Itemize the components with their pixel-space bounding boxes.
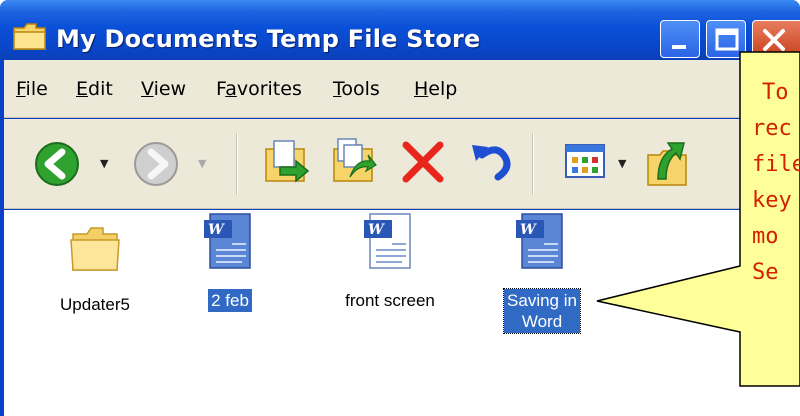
- close-button[interactable]: [752, 20, 800, 58]
- file-name-line2: Word: [521, 312, 563, 331]
- menu-favorites[interactable]: Favorites: [216, 78, 302, 100]
- menu-view[interactable]: View: [141, 78, 186, 100]
- up-folder-button[interactable]: [644, 133, 694, 193]
- word-document-icon: W: [364, 213, 411, 269]
- window-title: My Documents Temp File Store: [56, 25, 481, 53]
- views-dropdown-icon[interactable]: ▼: [618, 157, 626, 170]
- file-item[interactable]: W Saving in Word: [492, 210, 592, 334]
- svg-text:W: W: [208, 222, 225, 238]
- word-document-icon: W: [516, 213, 563, 269]
- file-item[interactable]: W front screen: [330, 210, 450, 312]
- forward-icon: [134, 142, 178, 186]
- back-button[interactable]: [32, 139, 82, 193]
- back-dropdown-icon[interactable]: ▼: [100, 157, 108, 170]
- up-folder-icon: [647, 142, 687, 186]
- maximize-button[interactable]: [706, 20, 746, 58]
- minimize-button[interactable]: [660, 20, 700, 58]
- views-button[interactable]: [564, 141, 608, 185]
- title-bar[interactable]: My Documents Temp File Store: [0, 0, 800, 60]
- svg-text:W: W: [368, 222, 385, 238]
- delete-icon: [402, 141, 444, 183]
- file-name: front screen: [345, 291, 435, 310]
- explorer-window: My Documents Temp File Store File Edit V…: [0, 0, 800, 416]
- forward-button[interactable]: [131, 139, 181, 193]
- toolbar-separator: [532, 133, 534, 195]
- file-name-line1: Saving in: [507, 291, 577, 310]
- file-item[interactable]: Updater5: [40, 224, 150, 316]
- folder-icon: [70, 227, 120, 271]
- menu-tools[interactable]: Tools: [333, 78, 380, 100]
- back-icon: [35, 142, 79, 186]
- file-item[interactable]: W 2 feb: [190, 210, 270, 312]
- menu-help[interactable]: Help: [414, 78, 457, 100]
- copy-to-button[interactable]: [330, 137, 380, 191]
- file-name: Saving in Word: [503, 288, 581, 334]
- menu-bar: File Edit View Favorites Tools Help: [4, 60, 800, 118]
- views-icon: [565, 144, 605, 178]
- delete-button[interactable]: [400, 139, 446, 189]
- forward-dropdown-icon[interactable]: ▼: [198, 157, 206, 170]
- copy-to-icon: [333, 138, 377, 182]
- move-to-button[interactable]: [262, 137, 312, 191]
- toolbar: ▼ ▼ ▼: [4, 119, 800, 209]
- word-document-icon: W: [204, 213, 251, 269]
- svg-text:W: W: [520, 222, 537, 238]
- undo-button[interactable]: [468, 139, 514, 189]
- undo-icon: [472, 145, 511, 181]
- folder-icon: [12, 22, 48, 56]
- file-name: 2 feb: [208, 289, 252, 312]
- menu-edit[interactable]: Edit: [76, 78, 113, 100]
- file-view: Updater5 W 2 feb W front screen W Saving…: [4, 210, 800, 416]
- toolbar-separator: [236, 133, 238, 195]
- menu-file[interactable]: File: [16, 78, 48, 100]
- file-name: Updater5: [60, 295, 130, 314]
- move-to-icon: [265, 140, 310, 183]
